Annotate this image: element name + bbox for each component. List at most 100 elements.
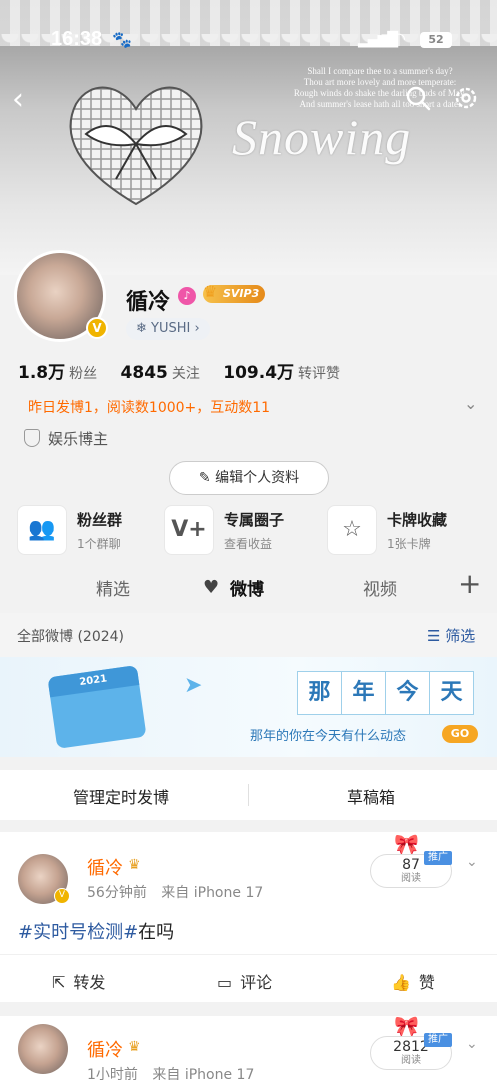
- comment-icon: ▭: [217, 973, 233, 992]
- pencil-icon: ✎: [198, 470, 216, 486]
- post-source: 来自 iPhone 17: [152, 1067, 255, 1080]
- activity-summary[interactable]: 昨日发博1，阅读数1000+，互动数11: [28, 397, 270, 417]
- title-char: 那: [297, 671, 342, 715]
- read-label: 阅读: [401, 873, 421, 884]
- read-label: 阅读: [401, 1055, 421, 1066]
- post-time: 1小时前: [87, 1067, 138, 1080]
- quick-subtitle: 1张卡牌: [387, 537, 431, 551]
- drafts-button[interactable]: 草稿箱: [347, 784, 395, 808]
- quick-title: 专属圈子: [224, 511, 285, 529]
- go-button[interactable]: GO: [442, 725, 478, 743]
- post-hashtag[interactable]: #实时号检测#: [18, 922, 138, 943]
- title-char: 年: [341, 671, 386, 715]
- manage-row: 管理定时发博 草稿箱: [0, 770, 497, 820]
- promote-badge[interactable]: 推广: [424, 851, 452, 865]
- post-author[interactable]: 循冷: [87, 854, 123, 880]
- stat-interactions-label: 转评赞: [298, 366, 341, 382]
- quick-card-collection[interactable]: ☆ 卡牌收藏 1张卡牌: [327, 505, 487, 557]
- like-label: 赞: [418, 973, 435, 992]
- search-icon[interactable]: [404, 84, 432, 112]
- calendar-year: 2021: [47, 665, 140, 698]
- comment-label: 评论: [240, 973, 273, 992]
- quick-title: 卡牌收藏: [387, 511, 448, 529]
- role-label: 娱乐博主: [24, 428, 108, 449]
- battery-icon: 52: [420, 32, 452, 48]
- profile-tag-label: YUSHI: [151, 321, 191, 336]
- post-text: 在吗: [138, 922, 175, 943]
- tab-video[interactable]: 视频: [363, 575, 397, 600]
- wifi-icon: ◠: [392, 29, 406, 48]
- repost-icon: ⇱: [52, 973, 66, 992]
- post-card[interactable]: V 循冷 ♛ 56分钟前 来自 iPhone 17 🎀 87 阅读 推广 ⌄ #…: [0, 832, 497, 1002]
- quick-subtitle: 1个群聊: [77, 537, 121, 551]
- filter-icon: ☰: [427, 627, 446, 645]
- post-source: 来自 iPhone 17: [161, 885, 264, 901]
- stat-following-value[interactable]: 4845: [121, 363, 168, 383]
- filter-label: 筛选: [445, 627, 476, 645]
- like-button[interactable]: 👍 赞: [391, 969, 435, 993]
- v-plus-icon: V+: [164, 505, 214, 555]
- status-bar: 16:38 🐾 ▂▄▆█ ◠ 52: [0, 28, 497, 54]
- repost-label: 转发: [73, 973, 106, 992]
- repost-button[interactable]: ⇱ 转发: [52, 969, 105, 993]
- group-people-icon: 👥: [17, 505, 67, 555]
- quick-fan-group[interactable]: 👥 粉丝群 1个群聊: [17, 505, 167, 557]
- quick-subtitle: 查看收益: [224, 537, 273, 551]
- role-text: 娱乐博主: [48, 430, 109, 448]
- thumbs-up-icon: 👍: [391, 973, 411, 992]
- card-star-icon: ☆: [327, 505, 377, 555]
- verified-badge-icon: V: [86, 317, 108, 339]
- bow-icon: 🎀: [394, 1014, 419, 1038]
- chevron-right-icon: ›: [190, 321, 200, 336]
- on-this-day-subtitle: 那年的你在今天有什么动态: [250, 729, 407, 744]
- on-this-day-title: 那 年 今 天: [297, 671, 474, 715]
- crown-icon: ♛: [128, 1039, 141, 1055]
- title-char: 天: [429, 671, 474, 715]
- banner-title: Snowing: [232, 109, 412, 165]
- promote-badge[interactable]: 推广: [424, 1033, 452, 1047]
- lace-heart-icon: [69, 86, 203, 206]
- pink-badge-icon: ♪: [178, 287, 196, 305]
- filter-bar: 全部微博 (2024) ☰ 筛选: [0, 613, 497, 657]
- all-posts-label[interactable]: 全部微博 (2024): [17, 626, 124, 646]
- calendar-icon: 2021: [47, 665, 147, 749]
- on-this-day-banner[interactable]: 2021 ➤ 那 年 今 天 那年的你在今天有什么动态 GO: [0, 657, 497, 757]
- gear-icon[interactable]: [452, 84, 480, 112]
- snowflake-icon: ❄: [136, 321, 152, 336]
- back-button[interactable]: ‹: [12, 82, 24, 117]
- heart-ornament-icon: ♥: [203, 577, 220, 598]
- stat-interactions-value[interactable]: 109.4万: [223, 363, 294, 383]
- post-content: #实时号检测#在吗: [18, 918, 174, 944]
- quick-title: 粉丝群: [77, 511, 123, 529]
- quick-exclusive-circle[interactable]: V+ 专属圈子 查看收益: [164, 505, 314, 557]
- comment-button[interactable]: ▭ 评论: [217, 969, 272, 993]
- paw-icon: 🐾: [112, 30, 132, 49]
- stat-followers-value[interactable]: 1.8万: [18, 363, 65, 383]
- post-time: 56分钟前: [87, 885, 147, 901]
- scheduled-posts-button[interactable]: 管理定时发博: [73, 784, 169, 808]
- chevron-down-icon[interactable]: ⌄: [466, 1036, 478, 1052]
- edit-profile-button[interactable]: ✎ 编辑个人资料: [169, 461, 329, 495]
- chevron-down-icon[interactable]: ⌄: [464, 394, 477, 413]
- post-meta: 1小时前 来自 iPhone 17: [87, 1064, 254, 1080]
- verified-badge-icon: V: [54, 888, 70, 904]
- crown-icon: ♛: [203, 282, 218, 301]
- profile-stats: 1.8万 粉丝 4845 关注 109.4万 转评赞: [18, 358, 358, 383]
- post-author[interactable]: 循冷: [87, 1036, 123, 1062]
- chevron-down-icon[interactable]: ⌄: [466, 854, 478, 870]
- profile-tag-chip[interactable]: ❄ YUSHI ›: [126, 318, 210, 340]
- post-card[interactable]: 循冷 ♛ 1小时前 来自 iPhone 17 🎀 2812 阅读 推广 ⌄: [0, 1014, 497, 1080]
- post-actions: ⇱ 转发 ▭ 评论 👍 赞: [0, 954, 497, 1002]
- stat-followers-label: 粉丝: [69, 366, 98, 382]
- tab-featured[interactable]: 精选: [96, 575, 130, 600]
- edit-profile-label: 编辑个人资料: [215, 470, 300, 486]
- divider: [248, 784, 249, 806]
- profile-tabs: 精选 微博 ♥ 视频 +: [0, 565, 497, 611]
- add-tab-icon[interactable]: +: [458, 567, 481, 600]
- filter-button[interactable]: ☰ 筛选: [427, 625, 475, 646]
- post-avatar[interactable]: [18, 1024, 68, 1074]
- post-meta: 56分钟前 来自 iPhone 17: [87, 882, 263, 902]
- profile-banner: 16:38 🐾 ▂▄▆█ ◠ 52 Shall I compare thee t…: [0, 0, 497, 275]
- tab-weibo[interactable]: 微博: [230, 575, 264, 600]
- paper-plane-icon: ➤: [184, 673, 203, 698]
